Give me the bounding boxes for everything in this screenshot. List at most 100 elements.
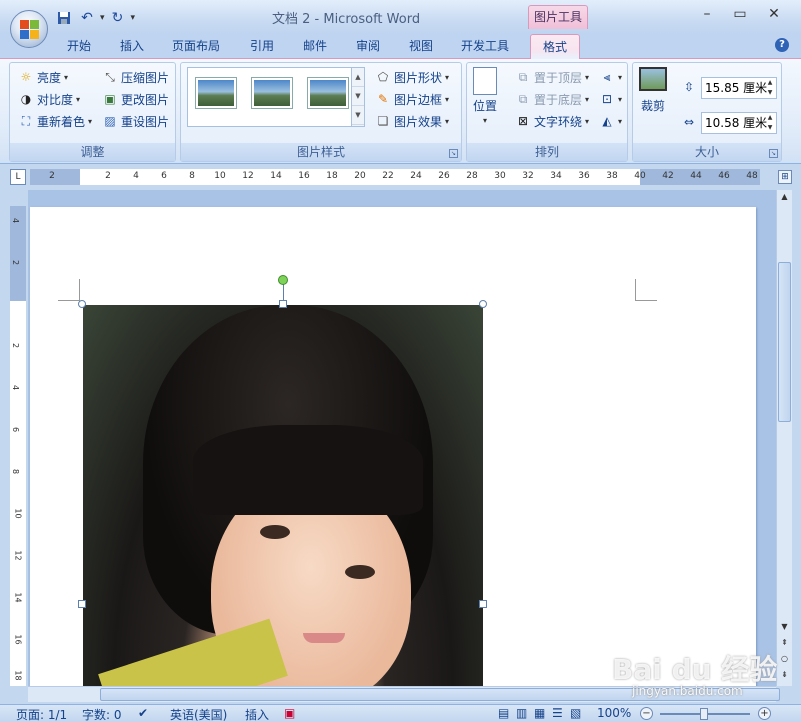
zoom-in-icon[interactable]: + <box>758 707 771 720</box>
ruler-tick: 2 <box>105 171 111 181</box>
picture-effects-button[interactable]: ❏ 图片效果 ▾ <box>375 111 449 131</box>
resize-handle[interactable] <box>279 300 287 308</box>
gallery-down-icon[interactable]: ▼ <box>352 87 364 106</box>
tab-mailings[interactable]: 邮件 <box>303 37 327 54</box>
picture-styles-gallery: ▲ ▼ ▼ <box>187 67 365 127</box>
vertical-ruler[interactable]: 4 2 2 4 6 8 10 12 14 16 18 <box>10 206 26 686</box>
view-ruler-icon[interactable]: ⊞ <box>778 170 792 184</box>
reset-picture-button[interactable]: ▨ 重设图片 <box>102 111 169 131</box>
customize-toolbar-icon[interactable]: ▾ <box>131 13 136 23</box>
recolor-icon: ⛶ <box>21 113 31 128</box>
group-objects-button[interactable]: ⊡ ▾ <box>599 89 622 109</box>
close-button[interactable]: ✕ <box>759 6 789 26</box>
ruler-tick: 8 <box>189 171 195 181</box>
ruler-tick: 16 <box>298 171 310 181</box>
picture-shape-button[interactable]: ⬠ 图片形状 ▾ <box>375 67 449 87</box>
crop-button[interactable]: 裁剪 <box>639 67 667 127</box>
insert-mode-indicator[interactable]: 插入 <box>245 706 269 722</box>
dialog-launcher-icon[interactable]: ↘ <box>769 149 778 158</box>
shape-icon: ⬠ <box>377 70 389 84</box>
height-input[interactable]: 15.85 厘米 ▲ ▼ <box>701 77 777 99</box>
zoom-level[interactable]: 100% <box>597 706 631 720</box>
bring-front-icon: ⧉ <box>518 69 528 84</box>
rotate-button[interactable]: ◭ ▾ <box>599 111 622 131</box>
picture-tools-context-label: 图片工具 <box>528 5 588 29</box>
tab-home[interactable]: 开始 <box>67 37 91 54</box>
status-bar: 页面: 1/1 字数: 0 ✔ 英语(美国) 插入 ▣ ▤ ▥ ▦ ☰ ▧ 10… <box>0 704 801 722</box>
selected-picture[interactable] <box>83 305 483 687</box>
proofing-icon[interactable]: ✔ <box>138 706 148 720</box>
tab-review[interactable]: 审阅 <box>356 37 380 54</box>
gallery-up-icon[interactable]: ▲ <box>352 68 364 87</box>
scroll-up-icon[interactable]: ▲ <box>778 190 791 204</box>
vruler-tick: 4 <box>11 217 21 224</box>
brightness-button[interactable]: ☼ 亮度 ▾ <box>18 67 68 87</box>
gallery-more-icon[interactable]: ▼ <box>352 106 364 125</box>
width-input[interactable]: 10.58 厘米 ▲ ▼ <box>701 112 777 134</box>
language-indicator[interactable]: 英语(美国) <box>170 706 227 722</box>
print-layout-view-icon[interactable]: ▤ <box>498 706 509 720</box>
vruler-tick: 4 <box>11 384 21 391</box>
bring-to-front-button[interactable]: ⧉ 置于顶层 ▾ <box>515 67 589 87</box>
position-button[interactable]: 位置 ▾ <box>473 67 497 131</box>
tab-selector[interactable]: L <box>10 169 26 185</box>
word-count[interactable]: 字数: 0 <box>82 706 122 722</box>
web-layout-icon[interactable]: ▦ <box>534 706 545 720</box>
tab-view[interactable]: 视图 <box>409 37 433 54</box>
resize-handle[interactable] <box>479 300 487 308</box>
ruler-tick: 4 <box>133 171 139 181</box>
style-thumbnail[interactable] <box>195 77 237 109</box>
height-spinner[interactable]: ▲ ▼ <box>765 78 775 98</box>
align-button[interactable]: ⫷ ▾ <box>599 67 622 87</box>
minimize-button[interactable]: – <box>692 6 722 26</box>
scroll-down-icon[interactable]: ▼ <box>778 620 791 634</box>
ruler-tick: 36 <box>578 171 590 181</box>
change-picture-button[interactable]: ▣ 更改图片 <box>102 89 169 109</box>
tab-format[interactable]: 格式 <box>530 34 581 59</box>
next-page-icon[interactable]: ⇟ <box>778 668 791 682</box>
vertical-scroll-thumb[interactable] <box>778 262 791 422</box>
full-screen-reading-icon[interactable]: ▥ <box>516 706 527 720</box>
maximize-button[interactable]: ▭ <box>725 6 755 26</box>
zoom-slider-knob[interactable] <box>700 708 708 720</box>
ribbon-tabs: 开始 插入 页面布局 引用 邮件 审阅 视图 开发工具 格式 ? <box>0 34 801 59</box>
contrast-button[interactable]: ◑ 对比度 ▾ <box>18 89 80 109</box>
tab-insert[interactable]: 插入 <box>120 37 144 54</box>
undo-icon[interactable]: ↶ <box>77 9 97 27</box>
page-count[interactable]: 页面: 1/1 <box>16 706 67 722</box>
redo-icon[interactable]: ↻ <box>108 9 128 27</box>
resize-handle[interactable] <box>479 600 487 608</box>
help-icon[interactable]: ? <box>775 38 789 52</box>
zoom-out-icon[interactable]: − <box>640 707 653 720</box>
watermark-url: jingyan.baidu.com <box>632 684 743 698</box>
tab-developer[interactable]: 开发工具 <box>461 37 509 54</box>
previous-page-icon[interactable]: ⇞ <box>778 636 791 650</box>
send-to-back-button[interactable]: ⧉ 置于底层 ▾ <box>515 89 589 109</box>
select-browse-object-icon[interactable]: ○ <box>778 652 791 666</box>
office-button[interactable] <box>10 10 48 48</box>
tab-page-layout[interactable]: 页面布局 <box>172 37 220 54</box>
picture-border-button[interactable]: ✎ 图片边框 ▾ <box>375 89 449 109</box>
vertical-scrollbar[interactable]: ▲ ▼ ⇞ ○ ⇟ <box>776 190 792 686</box>
width-spinner[interactable]: ▲ ▼ <box>765 113 775 133</box>
ruler-tick: 20 <box>354 171 366 181</box>
recolor-button[interactable]: ⛶ 重新着色 ▾ <box>18 111 92 131</box>
text-wrap-button[interactable]: ⊠ 文字环绕 ▾ <box>515 111 589 131</box>
save-icon[interactable] <box>54 9 74 27</box>
outline-view-icon[interactable]: ☰ <box>552 706 563 720</box>
style-thumbnail[interactable] <box>251 77 293 109</box>
horizontal-ruler[interactable]: 2 2 4 6 8 10 12 14 16 18 20 22 24 26 28 … <box>30 169 760 185</box>
style-thumbnail[interactable] <box>307 77 349 109</box>
tab-references[interactable]: 引用 <box>250 37 274 54</box>
draft-view-icon[interactable]: ▧ <box>570 706 581 720</box>
dialog-launcher-icon[interactable]: ↘ <box>449 149 458 158</box>
undo-dropdown-icon[interactable]: ▾ <box>100 13 105 23</box>
resize-handle[interactable] <box>78 300 86 308</box>
change-picture-icon: ▣ <box>104 92 116 106</box>
macro-record-icon[interactable]: ▣ <box>284 706 295 720</box>
group-label-arrange: 排列 <box>467 143 627 161</box>
group-picture-styles: ▲ ▼ ▼ ⬠ 图片形状 ▾ ✎ 图片边框 ▾ ❏ 图片效果 ▾ 图片样式 ↘ <box>180 62 462 162</box>
resize-handle[interactable] <box>78 600 86 608</box>
rotate-handle[interactable] <box>278 275 288 285</box>
compress-pictures-button[interactable]: ⤡ 压缩图片 <box>102 67 169 87</box>
